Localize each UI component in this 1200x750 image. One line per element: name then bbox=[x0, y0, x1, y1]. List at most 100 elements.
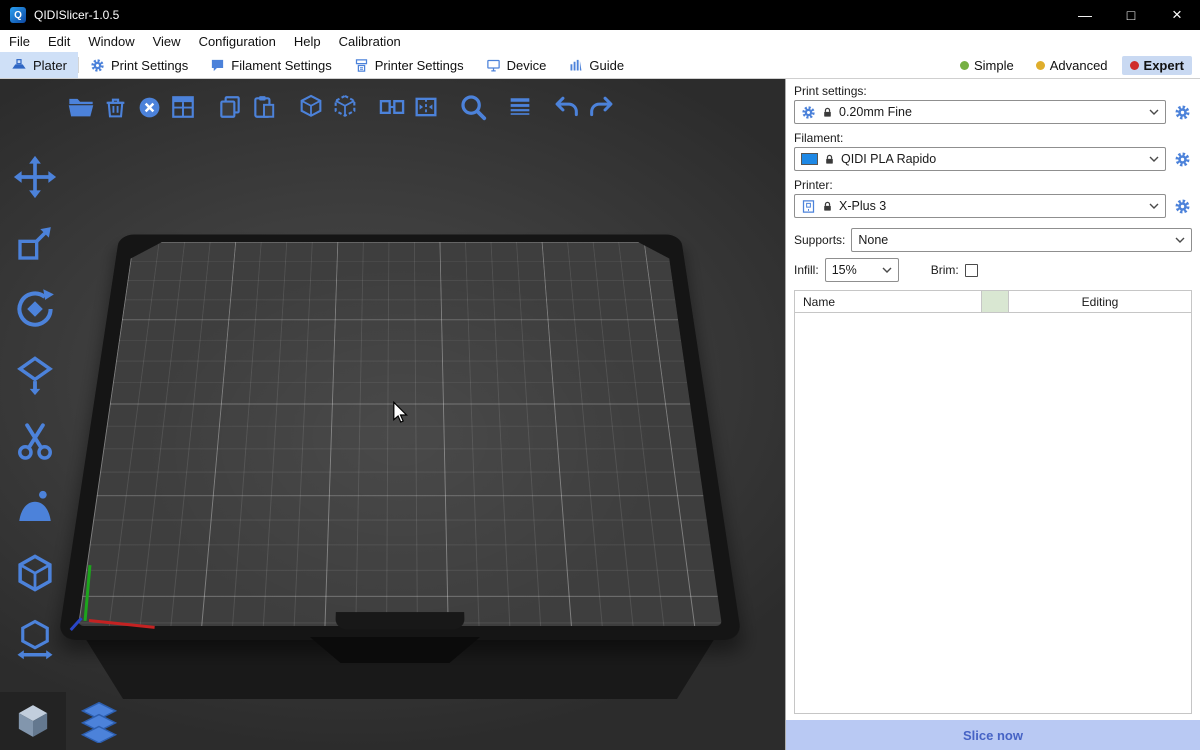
mode-advanced-label: Advanced bbox=[1050, 58, 1108, 73]
tab-filament-settings-label: Filament Settings bbox=[231, 58, 331, 73]
gear-icon bbox=[1174, 198, 1191, 215]
delete-all-button[interactable] bbox=[132, 87, 166, 127]
editor-cube-icon bbox=[13, 701, 53, 741]
viewport-toolbar bbox=[64, 87, 618, 127]
chevron-down-icon bbox=[1175, 237, 1185, 243]
filament-color-swatch bbox=[801, 153, 818, 165]
tab-guide[interactable]: Guide bbox=[557, 52, 635, 78]
minimize-button[interactable]: — bbox=[1062, 0, 1108, 30]
infill-combo[interactable]: 15% bbox=[825, 258, 899, 282]
column-extruder bbox=[981, 291, 1009, 312]
printer-bed bbox=[58, 80, 742, 640]
arrange-icon bbox=[170, 94, 196, 120]
slice-now-button[interactable]: Slice now bbox=[786, 720, 1200, 750]
viewport-3d[interactable] bbox=[0, 79, 785, 750]
search-button[interactable] bbox=[456, 87, 490, 127]
place-on-face-tool-button[interactable] bbox=[10, 355, 60, 395]
open-button[interactable] bbox=[64, 87, 98, 127]
tab-device-label: Device bbox=[507, 58, 547, 73]
trash-icon bbox=[103, 95, 128, 120]
preview-view-button[interactable] bbox=[66, 692, 132, 750]
printer-icon bbox=[354, 58, 369, 73]
tab-filament-settings[interactable]: Filament Settings bbox=[199, 52, 342, 78]
gear-icon bbox=[90, 58, 105, 73]
search-icon bbox=[458, 92, 488, 122]
mode-advanced[interactable]: Advanced bbox=[1028, 56, 1116, 75]
mode-simple-label: Simple bbox=[974, 58, 1014, 73]
filament-gear-button[interactable] bbox=[1172, 151, 1192, 168]
paste-icon bbox=[251, 94, 277, 120]
tab-device[interactable]: Device bbox=[475, 52, 558, 78]
mode-selector: Simple Advanced Expert bbox=[952, 56, 1200, 75]
object-list-header: Name Editing bbox=[795, 291, 1191, 313]
redo-button[interactable] bbox=[584, 87, 618, 127]
mode-simple[interactable]: Simple bbox=[952, 56, 1022, 75]
split-parts-icon bbox=[412, 93, 440, 121]
add-instance-icon bbox=[297, 93, 325, 121]
scale-tool-button[interactable] bbox=[10, 223, 60, 263]
mode-expert[interactable]: Expert bbox=[1122, 56, 1192, 75]
support-paint-icon bbox=[14, 486, 56, 528]
paste-button[interactable] bbox=[247, 87, 281, 127]
menu-view[interactable]: View bbox=[144, 34, 190, 49]
print-settings-gear-button[interactable] bbox=[1172, 104, 1192, 121]
tab-print-settings[interactable]: Print Settings bbox=[79, 52, 199, 78]
maximize-button[interactable]: □ bbox=[1108, 0, 1154, 30]
cube-paint-icon bbox=[14, 552, 56, 594]
tab-plater[interactable]: Plater bbox=[0, 52, 78, 78]
tab-printer-settings[interactable]: Printer Settings bbox=[343, 52, 475, 78]
undo-button[interactable] bbox=[550, 87, 584, 127]
delete-button[interactable] bbox=[98, 87, 132, 127]
guide-icon bbox=[568, 58, 583, 73]
close-button[interactable]: × bbox=[1154, 0, 1200, 30]
tabbar: Plater Print Settings Filament Settings … bbox=[0, 52, 1200, 79]
gear-icon bbox=[1174, 151, 1191, 168]
undo-icon bbox=[553, 93, 581, 121]
menu-edit[interactable]: Edit bbox=[39, 34, 79, 49]
printer-combo[interactable]: X-Plus 3 bbox=[794, 194, 1166, 218]
filament-combo[interactable]: QIDI PLA Rapido bbox=[794, 147, 1166, 171]
move-tool-button[interactable] bbox=[10, 157, 60, 197]
plater-icon bbox=[11, 57, 27, 73]
mouse-cursor bbox=[392, 401, 409, 425]
brim-checkbox[interactable] bbox=[965, 264, 978, 277]
printer-label: Printer: bbox=[786, 175, 1200, 194]
lock-icon bbox=[822, 200, 833, 213]
object-list-body[interactable] bbox=[795, 313, 1191, 713]
split-objects-button[interactable] bbox=[375, 87, 409, 127]
tab-print-settings-label: Print Settings bbox=[111, 58, 188, 73]
add-instance-button[interactable] bbox=[294, 87, 328, 127]
editor-view-button[interactable] bbox=[0, 692, 66, 750]
menu-calibration[interactable]: Calibration bbox=[330, 34, 410, 49]
flatten-icon bbox=[14, 354, 56, 396]
menu-window[interactable]: Window bbox=[79, 34, 143, 49]
bed-grid bbox=[78, 242, 722, 626]
tab-plater-label: Plater bbox=[33, 58, 67, 73]
support-paint-tool-button[interactable] bbox=[10, 487, 60, 527]
printer-gear-button[interactable] bbox=[1172, 198, 1192, 215]
layers-icon bbox=[506, 93, 534, 121]
rotate-tool-button[interactable] bbox=[10, 289, 60, 329]
menu-file[interactable]: File bbox=[0, 34, 39, 49]
measure-tool-button[interactable] bbox=[10, 619, 60, 659]
lock-icon bbox=[822, 106, 833, 119]
bed-plate bbox=[58, 234, 742, 640]
copy-button[interactable] bbox=[213, 87, 247, 127]
gizmo-toolbar bbox=[2, 157, 68, 659]
scissors-icon bbox=[14, 420, 56, 462]
mmu-paint-tool-button[interactable] bbox=[10, 553, 60, 593]
print-settings-combo[interactable]: 0.20mm Fine bbox=[794, 100, 1166, 124]
infill-label: Infill: bbox=[794, 263, 819, 277]
printer-icon bbox=[801, 199, 816, 214]
infill-value: 15% bbox=[832, 263, 857, 277]
remove-instance-button[interactable] bbox=[328, 87, 362, 127]
delete-all-icon bbox=[137, 95, 162, 120]
split-parts-button[interactable] bbox=[409, 87, 443, 127]
menu-configuration[interactable]: Configuration bbox=[190, 34, 285, 49]
cut-tool-button[interactable] bbox=[10, 421, 60, 461]
supports-value: None bbox=[858, 233, 888, 247]
variable-layer-height-button[interactable] bbox=[503, 87, 537, 127]
supports-combo[interactable]: None bbox=[851, 228, 1192, 252]
menu-help[interactable]: Help bbox=[285, 34, 330, 49]
arrange-button[interactable] bbox=[166, 87, 200, 127]
